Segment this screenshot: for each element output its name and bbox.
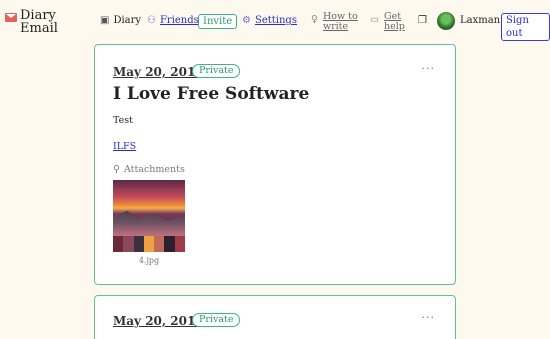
nav-how-to-write[interactable]: ♀ How to write <box>311 12 358 32</box>
sign-out-button[interactable]: Sign out <box>501 13 550 41</box>
nav-settings[interactable]: ⚙ Settings <box>242 15 297 26</box>
gear-icon: ⚙ <box>242 15 251 26</box>
friends-link[interactable]: Friends <box>160 15 199 26</box>
users-icon: ⚇ <box>147 15 156 26</box>
more-options-icon[interactable]: ··· <box>422 311 436 324</box>
visibility-badge: Private <box>192 313 241 327</box>
nav-get-help[interactable]: ▭ Get help <box>370 12 405 32</box>
attachment-filename: 4.jpg <box>138 256 160 265</box>
entry-link[interactable]: ILFS <box>113 141 136 152</box>
avatar[interactable] <box>437 12 455 30</box>
brand[interactable]: Diary Email <box>5 9 58 35</box>
top-navigation: Diary Email ▣ Diary ⚇ Friends Invite ⚙ S… <box>0 0 550 41</box>
copy-icon[interactable]: ❐ <box>418 15 427 26</box>
username: Laxman <box>460 15 501 26</box>
entry-title: I Love Free Software <box>113 84 310 104</box>
visibility-badge: Private <box>192 64 241 78</box>
entry-date[interactable]: May 20, 2019 <box>113 65 204 79</box>
entry-body: Test <box>113 115 133 126</box>
book-icon: ▣ <box>100 15 110 26</box>
more-options-icon[interactable]: ··· <box>422 62 436 75</box>
attachments-header: ⚲ Attachments <box>113 164 185 175</box>
nav-diary[interactable]: ▣ Diary <box>100 15 141 26</box>
paperclip-icon: ⚲ <box>113 164 120 175</box>
color-palette <box>113 236 185 252</box>
attachment-thumbnail[interactable] <box>113 180 185 252</box>
bulb-icon: ♀ <box>311 14 318 25</box>
app-title: Diary Email <box>20 8 58 36</box>
diary-entry-card: May 20, 2019 Private ··· <box>94 295 456 339</box>
diary-entry-card: May 20, 2019 Private ··· I Love Free Sof… <box>94 44 456 285</box>
envelope-icon <box>5 13 17 22</box>
nav-friends[interactable]: ⚇ Friends <box>147 15 199 26</box>
settings-link[interactable]: Settings <box>255 15 297 26</box>
chat-icon: ▭ <box>370 14 379 25</box>
entry-date[interactable]: May 20, 2019 <box>113 314 204 328</box>
invite-button[interactable]: Invite <box>198 14 238 29</box>
